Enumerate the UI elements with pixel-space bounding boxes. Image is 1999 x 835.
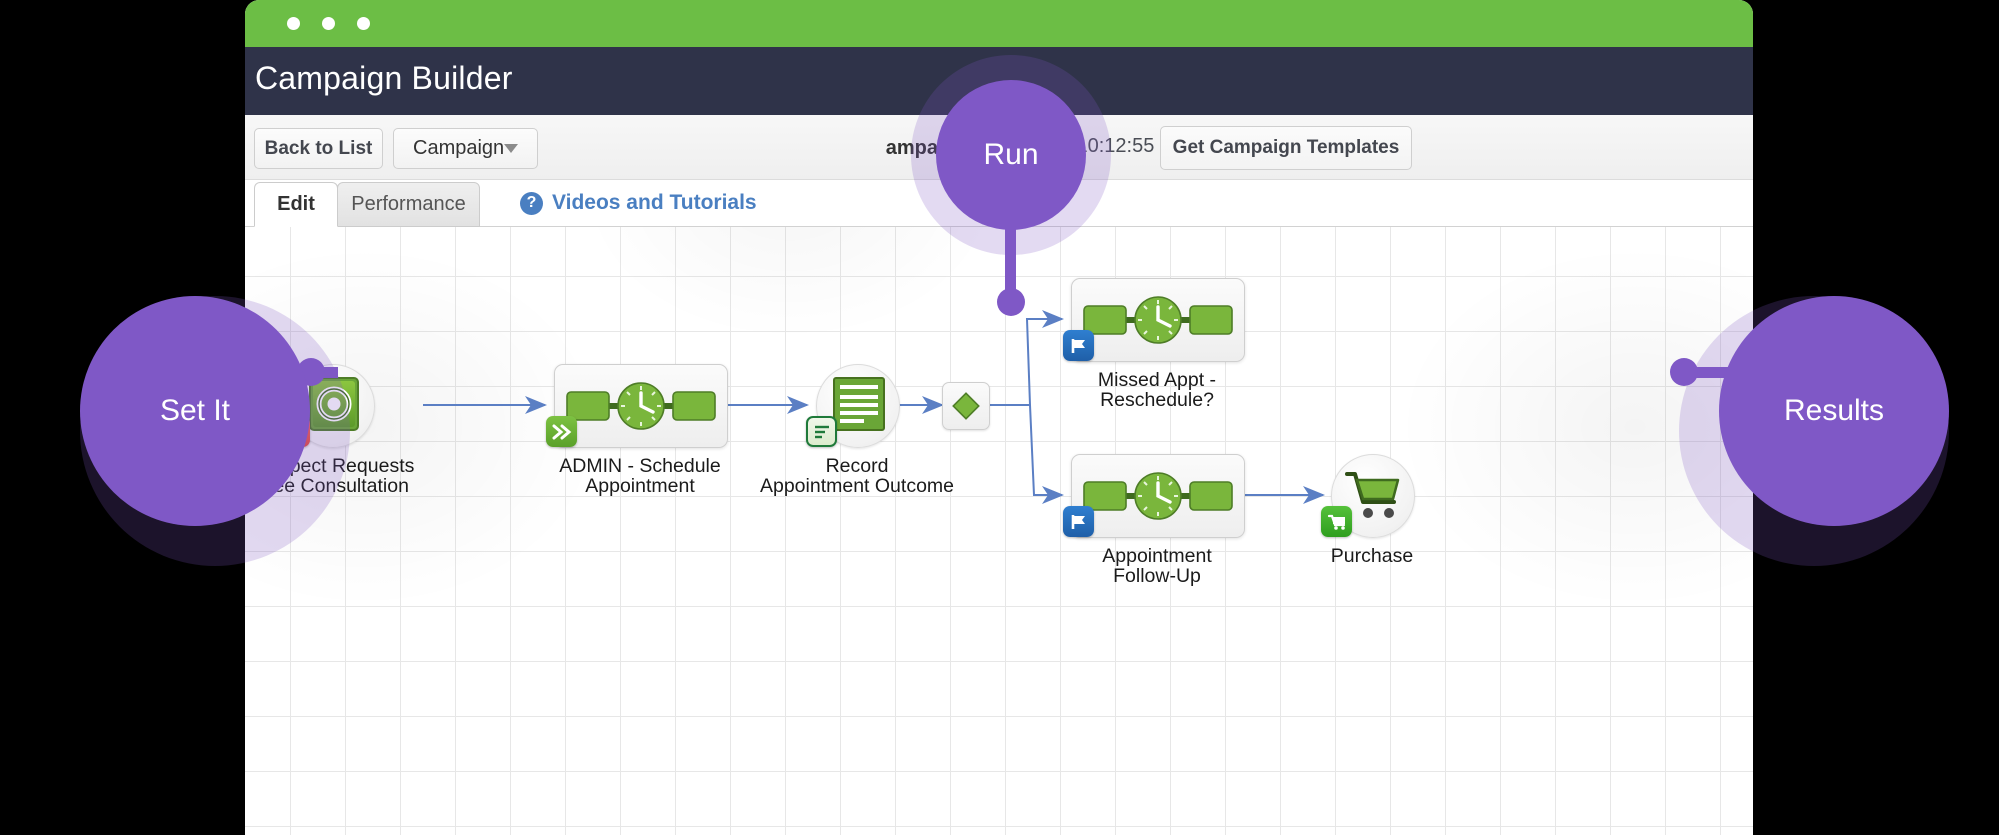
- campaign-canvas[interactable]: Prospect Requests Free Consultation: [245, 227, 1753, 835]
- node-label-record-outcome: Record Appointment Outcome: [742, 457, 972, 496]
- green-cart-badge-icon: [1321, 506, 1352, 537]
- green-note-badge-icon: [806, 416, 837, 447]
- window-close-dot[interactable]: [287, 17, 300, 30]
- node-purchase[interactable]: Purchase: [1331, 454, 1415, 538]
- node-appointment-follow-up[interactable]: Appointment Follow-Up: [1071, 454, 1245, 538]
- flow-connectors: [245, 227, 1753, 835]
- videos-and-tutorials-link[interactable]: ? Videos and Tutorials: [520, 191, 757, 215]
- blue-flag-badge-icon: [1063, 330, 1094, 361]
- window-maximize-dot[interactable]: [357, 17, 370, 30]
- set-it-annotation[interactable]: Set It: [80, 296, 310, 526]
- run-annotation[interactable]: Run: [936, 80, 1086, 230]
- timer-sequence-icon: [1082, 295, 1234, 345]
- campaign-dropdown[interactable]: Campaign: [393, 128, 538, 169]
- videos-and-tutorials-label: Videos and Tutorials: [552, 191, 757, 215]
- chevron-down-icon: [504, 144, 518, 153]
- node-label-appt-followup: Appointment Follow-Up: [1042, 547, 1272, 586]
- campaign-dropdown-label: Campaign: [413, 137, 504, 160]
- green-double-chevron-badge-icon: [546, 416, 577, 447]
- node-label-purchase: Purchase: [1257, 547, 1487, 567]
- node-missed-appt-reschedule[interactable]: Missed Appt - Reschedule?: [1071, 278, 1245, 362]
- node-record-appointment-outcome[interactable]: Record Appointment Outcome: [816, 364, 900, 448]
- decision-diamond-icon: [951, 391, 981, 421]
- node-label-admin-schedule: ADMIN - Schedule Appointment: [525, 457, 755, 496]
- back-to-list-button[interactable]: Back to List: [254, 128, 383, 169]
- screenshot-root: Campaign Builder Back to List Campaign a…: [0, 0, 1999, 835]
- results-annotation[interactable]: Results: [1719, 296, 1949, 526]
- node-shape-rect: [1071, 454, 1245, 538]
- node-label-missed-appt: Missed Appt - Reschedule?: [1042, 371, 1272, 410]
- tab-edit[interactable]: Edit: [254, 182, 338, 227]
- document-lines-icon: [831, 376, 889, 434]
- tab-performance[interactable]: Performance: [337, 182, 480, 227]
- page-title: Campaign Builder: [255, 60, 513, 97]
- help-question-icon: ?: [520, 192, 543, 215]
- window-titlebar: [245, 0, 1753, 47]
- timer-sequence-icon: [1082, 471, 1234, 521]
- run-connector-dot: [997, 288, 1025, 316]
- node-admin-schedule-appointment[interactable]: ADMIN - Schedule Appointment: [554, 364, 728, 448]
- node-shape-diamond: [942, 382, 990, 430]
- blue-flag-badge-icon: [1063, 506, 1094, 537]
- results-connector-dot: [1670, 358, 1698, 386]
- window-minimize-dot[interactable]: [322, 17, 335, 30]
- timer-sequence-icon: [565, 381, 717, 431]
- get-campaign-templates-button[interactable]: Get Campaign Templates: [1160, 126, 1412, 170]
- node-shape-rect: [554, 364, 728, 448]
- node-decision[interactable]: [942, 382, 990, 430]
- shopping-cart-icon: [1344, 469, 1404, 523]
- node-shape-rect: [1071, 278, 1245, 362]
